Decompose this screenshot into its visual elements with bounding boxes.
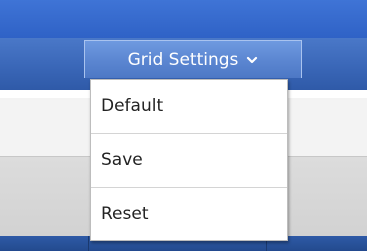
column-separator [88, 236, 89, 251]
menu-item-label: Save [101, 150, 143, 170]
grid-settings-label: Grid Settings [127, 49, 239, 70]
menu-item-label: Default [101, 96, 164, 116]
grid-settings-menu: Default Save Reset [90, 79, 288, 241]
menu-item-label: Reset [101, 204, 149, 224]
chevron-down-icon [246, 54, 258, 66]
menu-item-default[interactable]: Default [91, 80, 287, 132]
menu-item-reset[interactable]: Reset [91, 188, 287, 240]
grid-settings-button[interactable]: Grid Settings [84, 40, 302, 78]
header-bar [0, 0, 367, 38]
menu-item-save[interactable]: Save [91, 134, 287, 186]
